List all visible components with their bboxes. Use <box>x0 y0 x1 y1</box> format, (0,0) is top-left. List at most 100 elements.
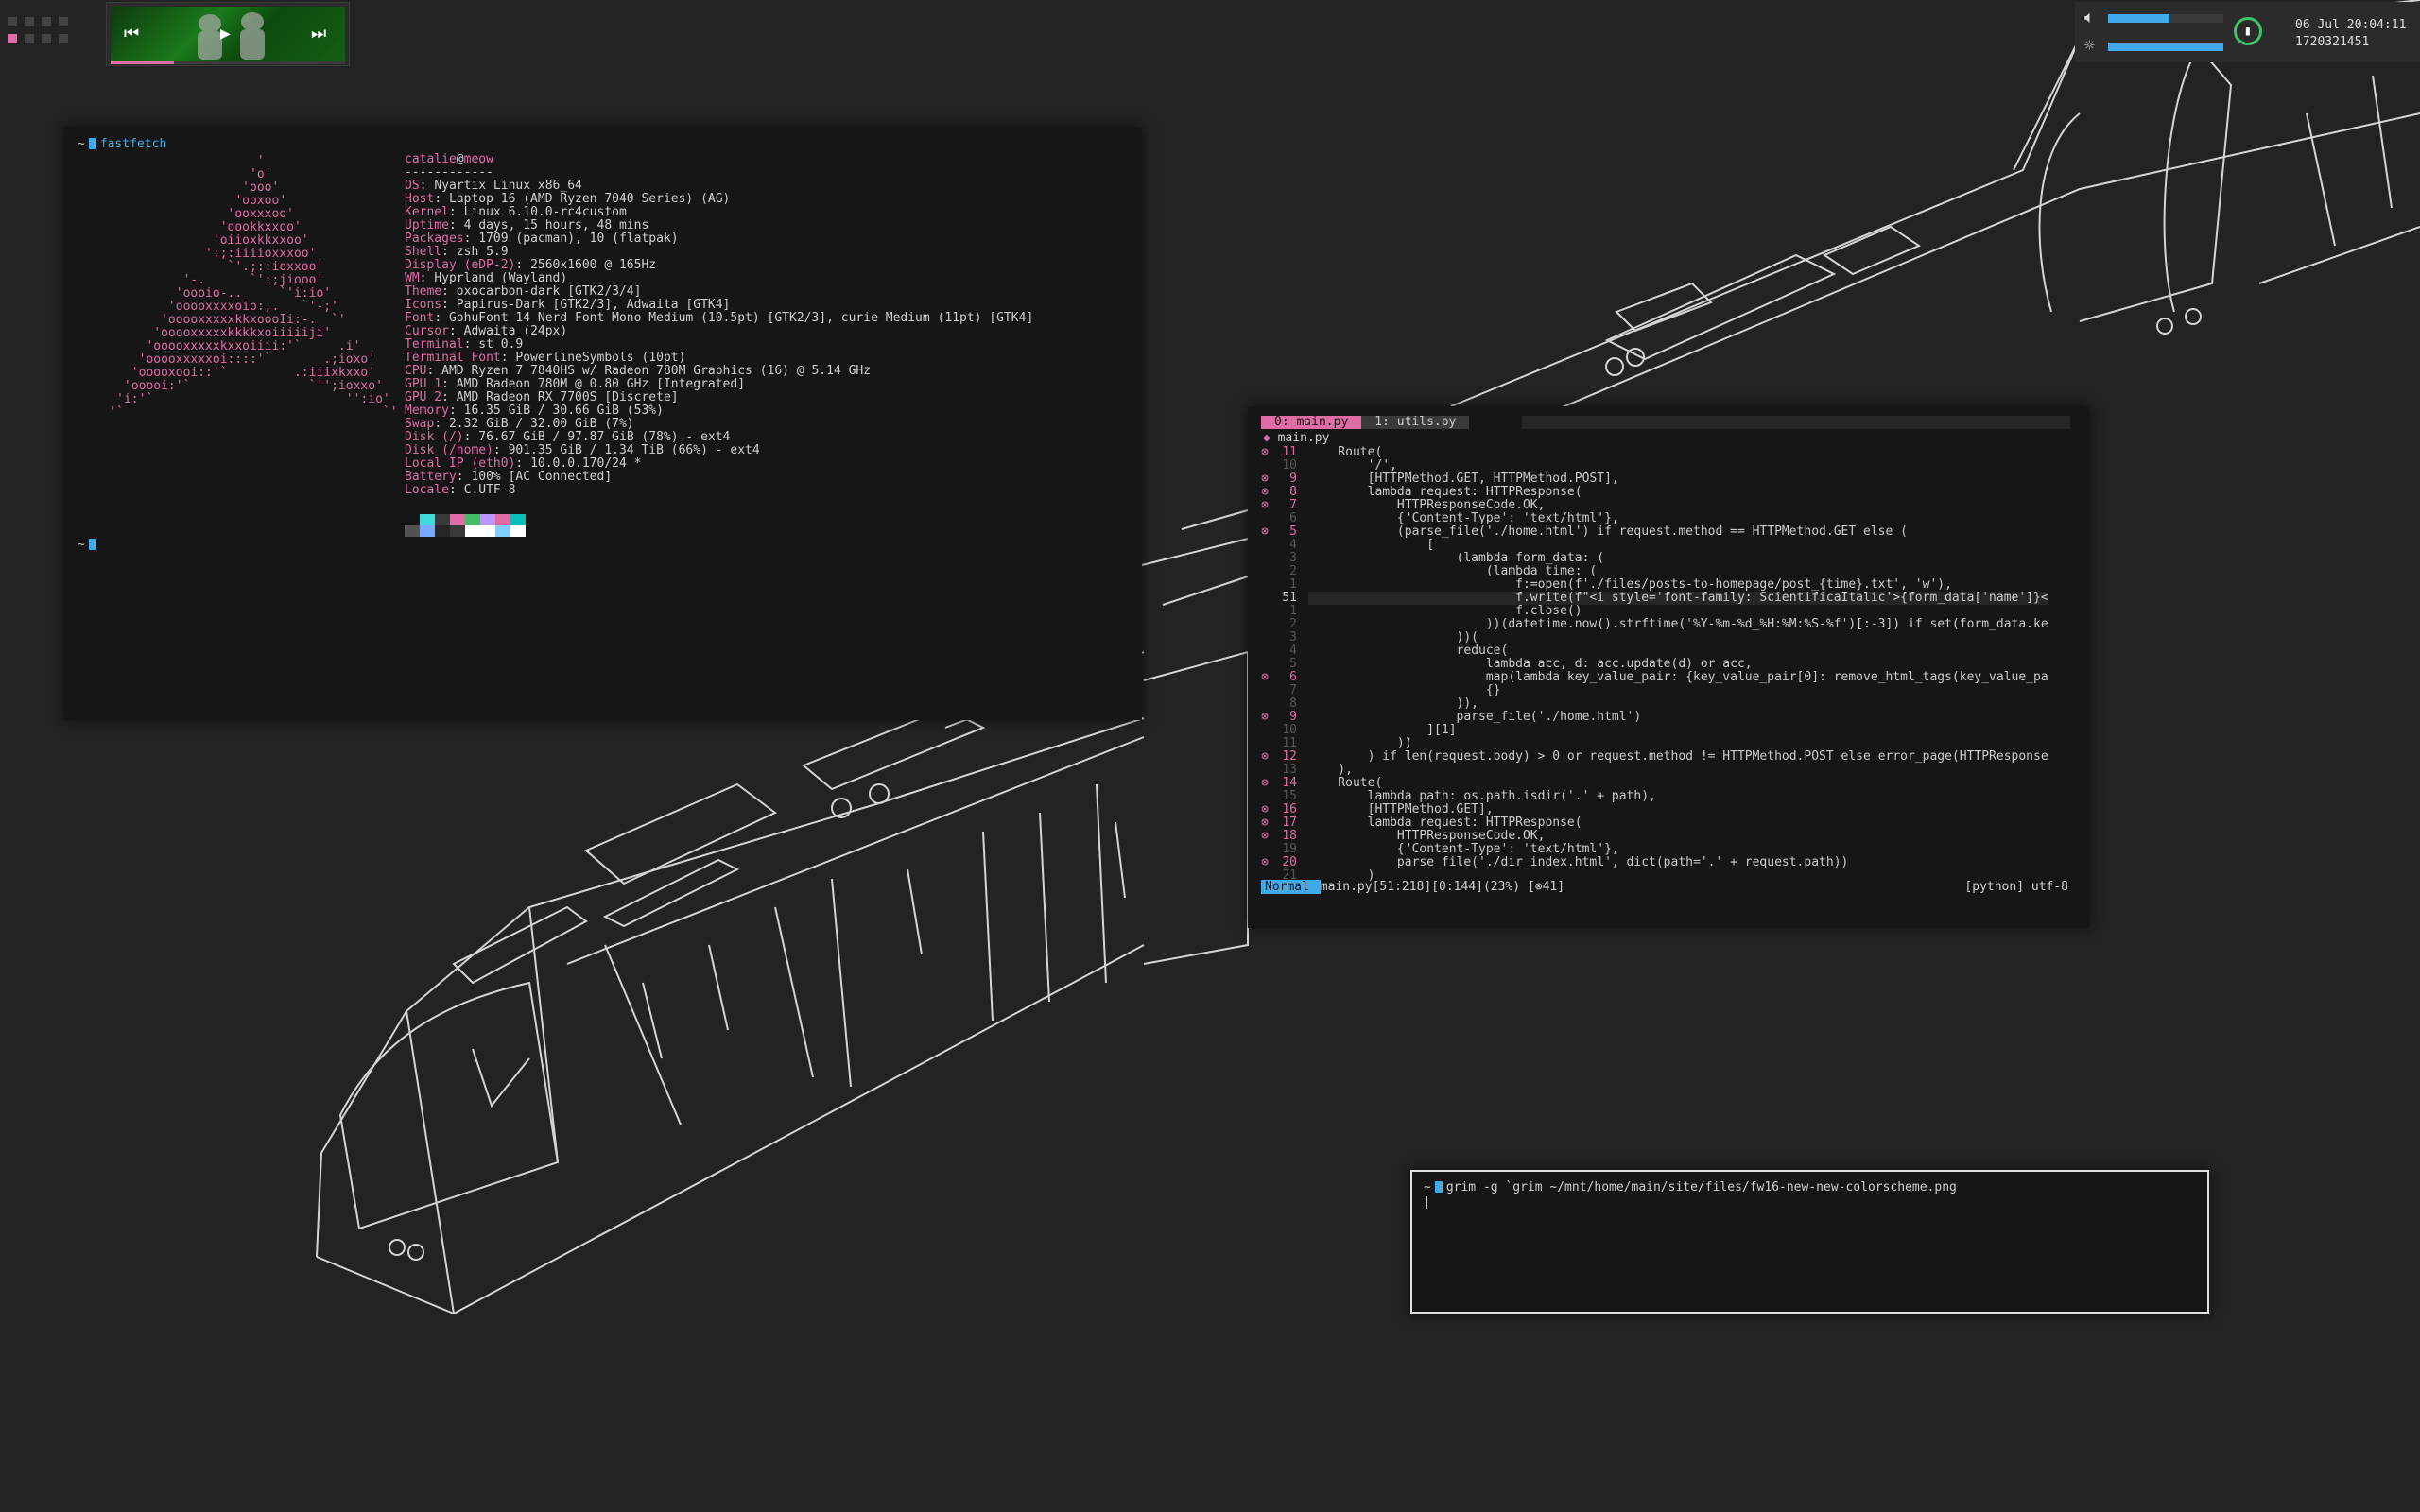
code-line[interactable]: 1 f:=open(f'./files/posts-to-homepage/po… <box>1257 578 2048 592</box>
info-row: Kernel: Linux 6.10.0-rc4custom <box>405 206 1033 219</box>
code-line[interactable]: ⊗ 16 [HTTPMethod.GET], <box>1257 803 2048 816</box>
code-line[interactable]: 10 ][1] <box>1257 724 2048 737</box>
code-line[interactable]: ⊗ 17 lambda request: HTTPResponse( <box>1257 816 2048 830</box>
code-line[interactable]: 2 (lambda time: ( <box>1257 565 2048 578</box>
workspace-3[interactable] <box>42 17 51 26</box>
code-line[interactable]: 3 (lambda form_data: ( <box>1257 552 2048 565</box>
logo-line: 'ooo' <box>79 180 280 195</box>
palette-swatch <box>420 525 435 537</box>
volume-icon[interactable]: 🔈︎ <box>2084 8 2095 27</box>
line-number: 2 <box>1289 617 1297 631</box>
code-text: )), <box>1308 696 1479 711</box>
code-line[interactable]: ⊗ 12 ) if len(request.body) > 0 or reques… <box>1257 750 2048 764</box>
code-text: ), <box>1308 763 1353 777</box>
info-key: Shell <box>405 245 442 259</box>
info-row: CPU: AMD Ryzen 7 7840HS w/ Radeon 780M G… <box>405 365 1033 378</box>
diagnostic-sign-icon: ⊗ <box>1261 485 1269 499</box>
logo-line: 'ooooxxxxxkkkkxoiiiiiji' <box>79 326 332 340</box>
code-buffer[interactable]: ⊗ 11 Route(10 '/', ⊗ 9 [HTTPMethod.GET, HTT… <box>1257 446 2048 883</box>
info-key: Memory <box>405 404 449 418</box>
code-line[interactable]: 6 {'Content-Type': 'text/html'}, <box>1257 512 2048 525</box>
palette-swatch <box>405 514 420 525</box>
info-row: Uptime: 4 days, 15 hours, 48 mins <box>405 219 1033 232</box>
code-line[interactable]: ⊗ 8 lambda request: HTTPResponse( <box>1257 486 2048 499</box>
code-line[interactable]: 15 lambda path: os.path.isdir('.' + path… <box>1257 790 2048 803</box>
info-row: GPU 1: AMD Radeon 780M @ 0.80 GHz [Integ… <box>405 378 1033 391</box>
workspace-4[interactable] <box>59 17 68 26</box>
code-line[interactable]: ⊗ 5 (parse_file('./home.html') if request… <box>1257 525 2048 539</box>
logo-line: 'ooxoo' <box>79 194 287 208</box>
code-line[interactable]: ⊗ 9 [HTTPMethod.GET, HTTPMethod.POST], <box>1257 472 2048 486</box>
workspace-1[interactable] <box>8 17 17 26</box>
info-value: 2.32 GiB / 32.00 GiB (7%) <box>448 417 634 431</box>
code-line[interactable]: 7 {} <box>1257 684 2048 697</box>
brightness-icon[interactable]: ☼ <box>2084 36 2095 56</box>
previous-track-button[interactable]: ⏮ <box>124 24 139 43</box>
line-number: 4 <box>1289 538 1297 552</box>
volume-slider-fill <box>2108 14 2169 23</box>
next-track-button[interactable]: ⏭ <box>311 24 326 43</box>
play-button[interactable]: ▶ <box>220 24 231 43</box>
code-line[interactable]: 3 ))( <box>1257 631 2048 644</box>
code-line[interactable]: 5 lambda acc, d: acc.update(d) or acc, <box>1257 658 2048 671</box>
diagnostic-sign-icon <box>1257 737 1272 750</box>
code-line[interactable]: ⊗ 6 map(lambda key_value_pair: {key_value… <box>1257 671 2048 684</box>
workspace-2[interactable] <box>25 17 34 26</box>
command-text[interactable]: grim -g `grim ~/mnt/home/main/site/files… <box>1446 1180 1957 1194</box>
line-number: 2 <box>1289 564 1297 578</box>
tab-main-py[interactable]: 0: main.py <box>1261 416 1362 429</box>
code-line[interactable]: ⊗ 7 HTTPResponseCode.OK, <box>1257 499 2048 512</box>
code-line[interactable]: 11 )) <box>1257 737 2048 750</box>
text-cursor <box>1426 1196 1427 1209</box>
tab-utils-py[interactable]: 1: utils.py <box>1361 416 1470 429</box>
code-line[interactable]: 4 [ <box>1257 539 2048 552</box>
code-line[interactable]: 10 '/', <box>1257 459 2048 472</box>
code-text: {'Content-Type': 'text/html'}, <box>1308 842 1619 856</box>
code-line[interactable]: ⊗ 14 Route( <box>1257 777 2048 790</box>
info-sep: : <box>448 483 464 497</box>
info-key: Icons <box>405 298 442 312</box>
workspace-6[interactable] <box>25 34 34 43</box>
code-line[interactable]: 4 reduce( <box>1257 644 2048 658</box>
code-line[interactable]: ⊗ 9 parse_file('./home.html') <box>1257 711 2048 724</box>
code-text: (lambda time: ( <box>1308 564 1598 578</box>
code-line[interactable]: ⊗ 11 Route( <box>1257 446 2048 459</box>
code-line[interactable]: 19 {'Content-Type': 'text/html'}, <box>1257 843 2048 856</box>
info-sep: : <box>448 404 464 418</box>
code-line[interactable]: 13 ), <box>1257 764 2048 777</box>
code-line[interactable]: 51 f.write(f"<i style='font-family: Scie… <box>1257 592 2048 605</box>
line-number: 11 <box>1282 736 1297 750</box>
code-line[interactable]: ⊗ 18 HTTPResponseCode.OK, <box>1257 830 2048 843</box>
info-sep: : <box>463 430 479 444</box>
info-row: Packages: 1709 (pacman), 10 (flatpak) <box>405 232 1033 246</box>
info-value: st 0.9 <box>478 337 524 352</box>
info-row: GPU 2: AMD Radeon RX 7700S [Discrete] <box>405 391 1033 404</box>
info-sep: : <box>434 192 449 206</box>
media-progress-bar[interactable] <box>111 61 345 64</box>
diagnostic-sign-icon <box>1257 459 1272 472</box>
terminal-window-grim[interactable]: ~ grim -g `grim ~/mnt/home/main/site/file… <box>1410 1170 2209 1314</box>
palette-swatch <box>450 525 465 537</box>
code-line[interactable]: 1 f.close() <box>1257 605 2048 618</box>
workspace-8[interactable] <box>59 34 68 43</box>
prompt-line: ~ fastfetch <box>78 137 167 151</box>
info-value: 1709 (pacman), 10 (flatpak) <box>478 232 679 246</box>
info-row: Disk (/): 76.67 GiB / 97.87 GiB (78%) - … <box>405 431 1033 444</box>
terminal-window-editor[interactable]: 0: main.py 1: utils.py ◆ main.py ⊗ 11 Rou… <box>1248 406 2089 928</box>
workspace-5[interactable] <box>8 34 17 43</box>
line-number: 18 <box>1282 829 1297 843</box>
diagnostic-sign-icon <box>1257 605 1272 618</box>
brightness-slider[interactable] <box>2108 43 2223 51</box>
line-number: 16 <box>1282 802 1297 816</box>
code-line[interactable]: 8 )), <box>1257 697 2048 711</box>
code-text: ))( <box>1308 630 1479 644</box>
code-line[interactable]: 2 ))(datetime.now().strftime('%Y-%m-%d_%… <box>1257 618 2048 631</box>
winbar-filename-text: main.py <box>1277 431 1330 445</box>
terminal-window-fastfetch[interactable]: ~ fastfetch ' 'o' 'ooo' 'ooxoo' 'ooxxxoo'… <box>64 127 1142 720</box>
info-value: Papirus-Dark [GTK2/3], Adwaita [GTK4] <box>456 298 731 312</box>
volume-slider[interactable] <box>2108 14 2223 23</box>
code-text: [ <box>1308 538 1435 552</box>
workspace-7[interactable] <box>42 34 51 43</box>
code-text: )) <box>1308 736 1412 750</box>
code-line[interactable]: ⊗ 20 parse_file('./dir_index.html', dict(… <box>1257 856 2048 869</box>
